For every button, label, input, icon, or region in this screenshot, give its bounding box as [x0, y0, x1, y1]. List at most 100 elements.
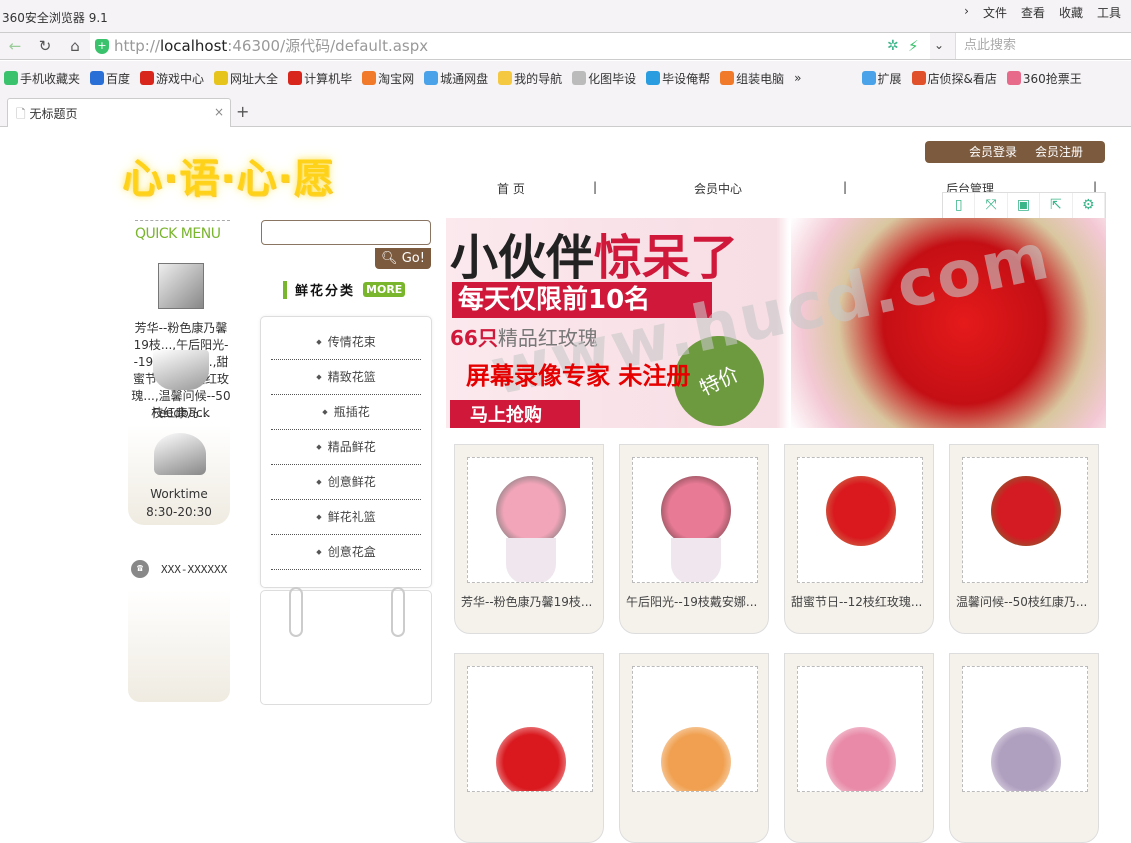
nav-divider: | [593, 180, 598, 194]
nav-divider: | [843, 180, 848, 194]
browser-title-bar: 360安全浏览器 9.1 › 文件 查看 收藏 工具 [0, 0, 1131, 32]
bookmark-label: 手机收藏夹 [20, 71, 81, 86]
back-icon[interactable]: ← [4, 37, 26, 57]
category-item[interactable]: 传情花束 [271, 325, 421, 360]
category-header: 鲜花分类 MORE [283, 280, 406, 299]
product-card[interactable]: 甜蜜节日--12枝红玫瑰... [784, 444, 934, 634]
register-link[interactable]: 会员注册 [1035, 141, 1083, 163]
bookmark-item[interactable]: 淘宝网 [362, 70, 414, 87]
tab-title: 无标题页 [29, 107, 78, 121]
product-image[interactable] [962, 457, 1088, 583]
bookmark-item[interactable]: 组装电脑 [720, 70, 784, 87]
product-image[interactable] [797, 666, 923, 792]
bookmark-item[interactable]: 毕设俺帮 [646, 70, 710, 87]
bookmark-item[interactable]: » [794, 71, 801, 85]
reload-icon[interactable]: ↻ [34, 37, 56, 57]
book-icon [153, 350, 209, 390]
menu-favorites[interactable]: 收藏 [1059, 4, 1083, 21]
nav-home[interactable]: 首 页 [497, 180, 525, 197]
cube-icon [158, 263, 204, 309]
product-image[interactable] [797, 457, 923, 583]
close-icon[interactable]: × [214, 105, 224, 119]
category-item[interactable]: 精致花篮 [271, 360, 421, 395]
bookmark-item[interactable]: 游戏中心 [140, 70, 204, 87]
home-icon[interactable]: ⌂ [64, 37, 86, 57]
category-item[interactable]: 精品鲜花 [271, 430, 421, 465]
bookmark-item[interactable]: 店侦探&看店 [911, 70, 997, 87]
fullscreen-icon[interactable]: ⤧ [975, 193, 1008, 218]
login-link[interactable]: 会员登录 [969, 141, 1017, 163]
promo-banner[interactable]: 小伙伴惊呆了 每天仅限前10名 66只精品红玫瑰 特价 马上抢购 www.huc… [446, 218, 1106, 428]
category-item[interactable]: 鲜花礼篮 [271, 500, 421, 535]
bookmark-item[interactable]: 我的导航 [498, 70, 562, 87]
more-button[interactable]: MORE [363, 282, 406, 297]
site-logo[interactable]: 心·语·心·愿 [122, 146, 335, 204]
category-item[interactable]: 创意鲜花 [271, 465, 421, 500]
product-image[interactable] [962, 666, 1088, 792]
category-bar [283, 280, 287, 299]
product-name[interactable]: 甜蜜节日--12枝红玫瑰... [791, 593, 931, 610]
product-card[interactable] [784, 653, 934, 843]
clock-books-icon [154, 433, 206, 475]
tab-active[interactable]: 🗋 无标题页 × [7, 98, 231, 127]
product-image[interactable] [467, 457, 593, 583]
nav-member-center[interactable]: 会员中心 [694, 180, 742, 197]
bookmark-item[interactable]: 计算机毕 [288, 70, 352, 87]
product-name[interactable]: 温馨问候--50枝红康乃... [956, 593, 1096, 610]
notepad-box [260, 587, 432, 705]
feedback-label: Feedback [152, 406, 210, 420]
lightning-icon[interactable]: ⚡ [908, 37, 919, 55]
bookmark-item[interactable]: 扩展 [861, 70, 902, 87]
menu-file[interactable]: 文件 [983, 4, 1007, 21]
product-card[interactable] [454, 653, 604, 843]
bookmark-item[interactable]: 360抢票王 [1006, 70, 1082, 87]
category-item[interactable]: 创意花盒 [271, 535, 421, 570]
menu-tools[interactable]: 工具 [1097, 4, 1121, 21]
product-image[interactable] [467, 666, 593, 792]
bookmark-item[interactable]: 手机收藏夹 [4, 70, 80, 87]
bookmark-icon [720, 71, 735, 85]
bookmark-item[interactable]: 网址大全 [214, 70, 278, 87]
category-list: 传情花束精致花篮瓶插花精品鲜花创意鲜花鲜花礼篮创意花盒 [260, 316, 432, 588]
share-icon[interactable]: ⇱ [1040, 193, 1073, 218]
bookmark-item[interactable]: 城通网盘 [424, 70, 488, 87]
feedback-link[interactable]: Feedback [128, 350, 234, 420]
bookmark-label: 百度 [106, 71, 131, 86]
url-host: localhost [159, 37, 228, 55]
search-go-button[interactable]: 🔍︎ Go! [375, 248, 431, 269]
product-card[interactable] [949, 653, 1099, 843]
product-card[interactable]: 芳华--粉色康乃馨19枝... [454, 444, 604, 634]
recorder-watermark: 屏幕录像专家 未注册 [466, 361, 691, 390]
bookmark-item[interactable]: 化图毕设 [572, 70, 636, 87]
bookmark-icon [911, 71, 926, 85]
product-name[interactable]: 芳华--粉色康乃馨19枝... [461, 593, 601, 610]
bookmark-label: 扩展 [877, 71, 902, 86]
product-image[interactable] [632, 457, 758, 583]
search-icon: 🔍︎ [381, 251, 402, 266]
bookmark-label: 城通网盘 [440, 71, 489, 86]
product-name[interactable]: 午后阳光--19枝戴安娜... [626, 593, 766, 610]
bookmark-label: 化图毕设 [588, 71, 637, 86]
shield-icon: + [95, 39, 109, 54]
phone-icon[interactable]: ▯ [943, 193, 976, 218]
product-card[interactable]: 午后阳光--19枝戴安娜... [619, 444, 769, 634]
bookmark-icon [861, 71, 876, 85]
bookmark-label: 店侦探&看店 [927, 71, 997, 86]
product-image[interactable] [632, 666, 758, 792]
product-search-input[interactable] [261, 220, 431, 245]
banner-headline: 小伙伴惊呆了 [450, 218, 738, 288]
menu-chevron-icon[interactable]: › [964, 4, 969, 21]
new-tab-button[interactable]: + [236, 102, 249, 121]
gear-icon[interactable]: ⚙ [1073, 193, 1106, 218]
product-card[interactable] [619, 653, 769, 843]
url-input[interactable]: http://localhost:46300/源代码/default.aspx [90, 33, 930, 59]
category-item[interactable]: 瓶插花 [271, 395, 421, 430]
product-card[interactable]: 温馨问候--50枝红康乃... [949, 444, 1099, 634]
menu-view[interactable]: 查看 [1021, 4, 1045, 21]
page-icon: 🗋 [16, 107, 30, 121]
bookmark-item[interactable]: 百度 [90, 70, 130, 87]
speed-icon[interactable]: ✲ [887, 38, 899, 54]
save-icon[interactable]: ▣ [1008, 193, 1041, 218]
search-input[interactable]: 点此搜索 [955, 33, 1131, 59]
chevron-down-icon[interactable]: ⌄ [934, 38, 944, 52]
